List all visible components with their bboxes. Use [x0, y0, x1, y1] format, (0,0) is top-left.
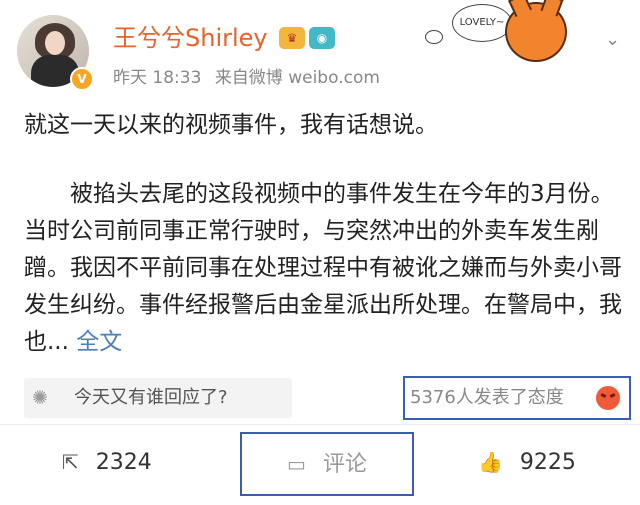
attitude-text: 5376人发表了态度	[410, 387, 564, 408]
sparkle-icon: ✺	[32, 387, 48, 409]
topic-text: 今天又有谁回应了?	[74, 387, 228, 408]
post-time: 昨天 18:33	[113, 68, 202, 88]
comment-label: 评论	[322, 452, 367, 477]
chevron-down-icon[interactable]: ⌄	[605, 29, 620, 50]
attitude-summary[interactable]: 5376人发表了态度	[403, 376, 631, 420]
post-paragraph: 被掐头去尾的这段视频中的事件发生在今年的3月份。当时公司前同事正常行驶时，与突然…	[24, 176, 624, 361]
verified-badge-icon: V	[70, 67, 94, 91]
divider	[0, 424, 640, 425]
full-text-link[interactable]: 全文	[76, 329, 122, 355]
like-count: 9225	[519, 450, 576, 475]
topic-bar[interactable]: ✺ 今天又有谁回应了?	[24, 378, 292, 418]
repost-icon: ⇱	[62, 450, 79, 474]
post-header: V 王兮兮Shirley ♛ ◉ 昨天 18:33 来自微博 weibo.com…	[0, 0, 640, 100]
repost-button[interactable]: ⇱ 2324	[62, 432, 152, 492]
username[interactable]: 王兮兮Shirley	[113, 23, 268, 53]
comment-icon: ▭	[287, 452, 306, 476]
thumbs-up-icon: 👍	[478, 450, 503, 474]
post-footer-info: ✺ 今天又有谁回应了? 5376人发表了态度	[0, 376, 640, 420]
post-meta: 昨天 18:33 来自微博 weibo.com	[113, 63, 388, 88]
like-button[interactable]: 👍 9225	[478, 432, 576, 492]
repost-count: 2324	[95, 450, 152, 475]
comment-button[interactable]: ▭ 评论	[240, 432, 414, 496]
post-paragraph: 就这一天以来的视频事件，我有话想说。	[24, 112, 438, 138]
decorative-sticker: LOVELY~	[417, 0, 577, 62]
angry-face-icon	[596, 386, 620, 410]
cat-sticker-icon	[505, 2, 567, 62]
post-body: 就这一天以来的视频事件，我有话想说。 被掐头去尾的这段视频中的事件发生在今年的3…	[24, 107, 624, 361]
speech-bubble-icon: LOVELY~	[452, 4, 512, 42]
post-actions: ⇱ 2324 ▭ 评论 👍 9225	[0, 432, 640, 496]
post-source: 来自微博 weibo.com	[214, 68, 380, 88]
camera-badge-icon[interactable]: ◉	[309, 27, 335, 49]
crown-badge-icon[interactable]: ♛	[279, 27, 305, 49]
speech-bubble-small-icon	[425, 30, 443, 44]
